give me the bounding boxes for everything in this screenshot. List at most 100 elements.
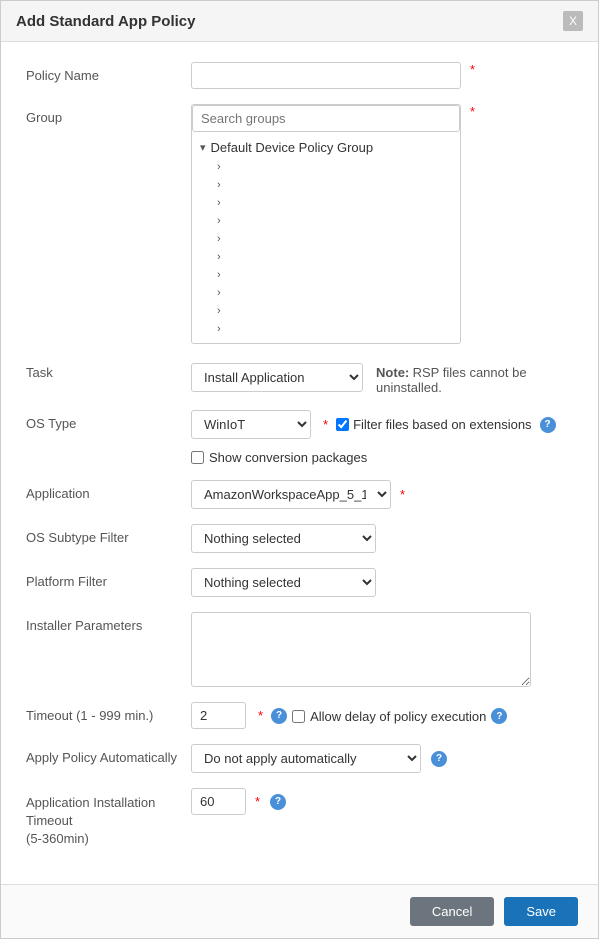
- platform-filter-row: Platform Filter Nothing selected: [26, 568, 573, 597]
- timeout-required: *: [258, 708, 263, 723]
- installer-params-row: Installer Parameters: [26, 612, 573, 687]
- app-install-timeout-row: Application Installation Timeout (5-360m…: [26, 788, 573, 849]
- installer-params-textarea[interactable]: [191, 612, 531, 687]
- os-type-label: OS Type: [26, 410, 191, 431]
- conversion-label: Show conversion packages: [209, 450, 367, 465]
- group-search-input[interactable]: [192, 105, 460, 132]
- group-child-item[interactable]: ›: [192, 320, 460, 338]
- group-row: Group ▾ Default Device Policy Group › › …: [26, 104, 573, 344]
- task-select[interactable]: Install Application Uninstall Applicatio…: [191, 363, 363, 392]
- group-child-item[interactable]: ›: [192, 266, 460, 284]
- timeout-row: Timeout (1 - 999 min.) * ? Allow delay o…: [26, 702, 573, 729]
- policy-name-control: *: [191, 62, 573, 89]
- os-type-row: OS Type WinIoT Windows macOS Linux Andro…: [26, 410, 573, 465]
- group-child-item[interactable]: ›: [192, 194, 460, 212]
- os-subtype-select[interactable]: Nothing selected: [191, 524, 376, 553]
- chevron-right-icon: ›: [217, 215, 221, 227]
- dialog-title: Add Standard App Policy: [16, 13, 195, 30]
- chevron-right-icon: ›: [217, 269, 221, 281]
- app-install-timeout-label: Application Installation Timeout (5-360m…: [26, 788, 191, 849]
- group-child-item[interactable]: ›: [192, 176, 460, 194]
- group-control: ▾ Default Device Policy Group › › › › › …: [191, 104, 573, 344]
- chevron-down-icon: ▾: [200, 141, 206, 154]
- allow-delay-label: Allow delay of policy execution: [310, 709, 486, 724]
- group-required: *: [470, 104, 475, 119]
- save-button[interactable]: Save: [504, 897, 578, 926]
- close-button[interactable]: X: [563, 11, 583, 31]
- chevron-right-icon: ›: [217, 197, 221, 209]
- filter-checkbox-text: Filter files based on extensions: [353, 417, 531, 432]
- dialog: Add Standard App Policy X Policy Name * …: [0, 0, 599, 939]
- app-install-timeout-label2: (5-360min): [26, 831, 89, 846]
- platform-filter-select[interactable]: Nothing selected: [191, 568, 376, 597]
- installer-params-control: [191, 612, 573, 687]
- timeout-inner: * ?: [191, 702, 287, 729]
- application-select[interactable]: AmazonWorkspaceApp_5_12.ex: [191, 480, 391, 509]
- chevron-right-icon: ›: [217, 287, 221, 299]
- dialog-body: Policy Name * Group ▾ Default Device Pol…: [1, 42, 598, 884]
- chevron-right-icon: ›: [217, 233, 221, 245]
- allow-delay-checkbox[interactable]: [292, 710, 305, 723]
- timeout-control: * ? Allow delay of policy execution ?: [191, 702, 573, 729]
- apply-policy-help-icon[interactable]: ?: [431, 751, 447, 767]
- os-subtype-row: OS Subtype Filter Nothing selected: [26, 524, 573, 553]
- group-child-item[interactable]: ›: [192, 284, 460, 302]
- dialog-header: Add Standard App Policy X: [1, 1, 598, 42]
- chevron-right-icon: ›: [217, 305, 221, 317]
- policy-name-label: Policy Name: [26, 62, 191, 83]
- filter-checkbox[interactable]: [336, 418, 349, 431]
- app-install-timeout-input[interactable]: [191, 788, 246, 815]
- conversion-row: Show conversion packages: [191, 450, 367, 465]
- group-parent-label: Default Device Policy Group: [211, 140, 374, 155]
- task-label: Task: [26, 359, 191, 380]
- timeout-input[interactable]: [191, 702, 246, 729]
- os-type-help-icon[interactable]: ?: [540, 417, 556, 433]
- task-note: Note: RSP files cannot be uninstalled.: [376, 359, 573, 395]
- platform-filter-label: Platform Filter: [26, 568, 191, 589]
- conversion-checkbox[interactable]: [191, 451, 204, 464]
- platform-filter-control: Nothing selected: [191, 568, 573, 597]
- group-child-item[interactable]: ›: [192, 248, 460, 266]
- timeout-label: Timeout (1 - 999 min.): [26, 702, 191, 723]
- application-control: AmazonWorkspaceApp_5_12.ex *: [191, 480, 573, 509]
- chevron-right-icon: ›: [217, 161, 221, 173]
- app-install-timeout-control: * ?: [191, 788, 573, 815]
- cancel-button[interactable]: Cancel: [410, 897, 494, 926]
- group-tree[interactable]: ▾ Default Device Policy Group › › › › › …: [192, 132, 460, 343]
- timeout-help-icon[interactable]: ?: [271, 708, 287, 724]
- os-type-select[interactable]: WinIoT Windows macOS Linux Android iOS: [191, 410, 311, 439]
- os-type-control: WinIoT Windows macOS Linux Android iOS *…: [191, 410, 573, 465]
- group-container: ▾ Default Device Policy Group › › › › › …: [191, 104, 461, 344]
- os-subtype-label: OS Subtype Filter: [26, 524, 191, 545]
- group-child-item[interactable]: ›: [192, 212, 460, 230]
- os-type-inner: WinIoT Windows macOS Linux Android iOS *…: [191, 410, 556, 439]
- chevron-right-icon: ›: [217, 251, 221, 263]
- apply-policy-label: Apply Policy Automatically: [26, 744, 191, 765]
- chevron-right-icon: ›: [217, 323, 221, 335]
- dialog-footer: Cancel Save: [1, 884, 598, 938]
- os-type-required: *: [323, 417, 328, 432]
- policy-name-required: *: [470, 62, 475, 77]
- filter-checkbox-label[interactable]: Filter files based on extensions: [336, 417, 531, 432]
- group-label: Group: [26, 104, 191, 125]
- group-child-item[interactable]: ›: [192, 158, 460, 176]
- application-required: *: [400, 487, 405, 502]
- delay-row: Allow delay of policy execution ?: [292, 708, 507, 724]
- chevron-right-icon: ›: [217, 179, 221, 191]
- policy-name-input[interactable]: [191, 62, 461, 89]
- apply-policy-row: Apply Policy Automatically Do not apply …: [26, 744, 573, 773]
- delay-help-icon[interactable]: ?: [491, 708, 507, 724]
- os-subtype-control: Nothing selected: [191, 524, 573, 553]
- task-note-bold: Note:: [376, 365, 409, 380]
- installer-params-label: Installer Parameters: [26, 612, 191, 633]
- task-control: Install Application Uninstall Applicatio…: [191, 359, 573, 395]
- application-label: Application: [26, 480, 191, 501]
- app-install-timeout-help-icon[interactable]: ?: [270, 794, 286, 810]
- group-parent-item[interactable]: ▾ Default Device Policy Group: [192, 137, 460, 158]
- policy-name-row: Policy Name *: [26, 62, 573, 89]
- group-child-item[interactable]: ›: [192, 230, 460, 248]
- application-row: Application AmazonWorkspaceApp_5_12.ex *: [26, 480, 573, 509]
- group-child-item[interactable]: ›: [192, 302, 460, 320]
- apply-policy-select[interactable]: Do not apply automatically Apply automat…: [191, 744, 421, 773]
- task-row: Task Install Application Uninstall Appli…: [26, 359, 573, 395]
